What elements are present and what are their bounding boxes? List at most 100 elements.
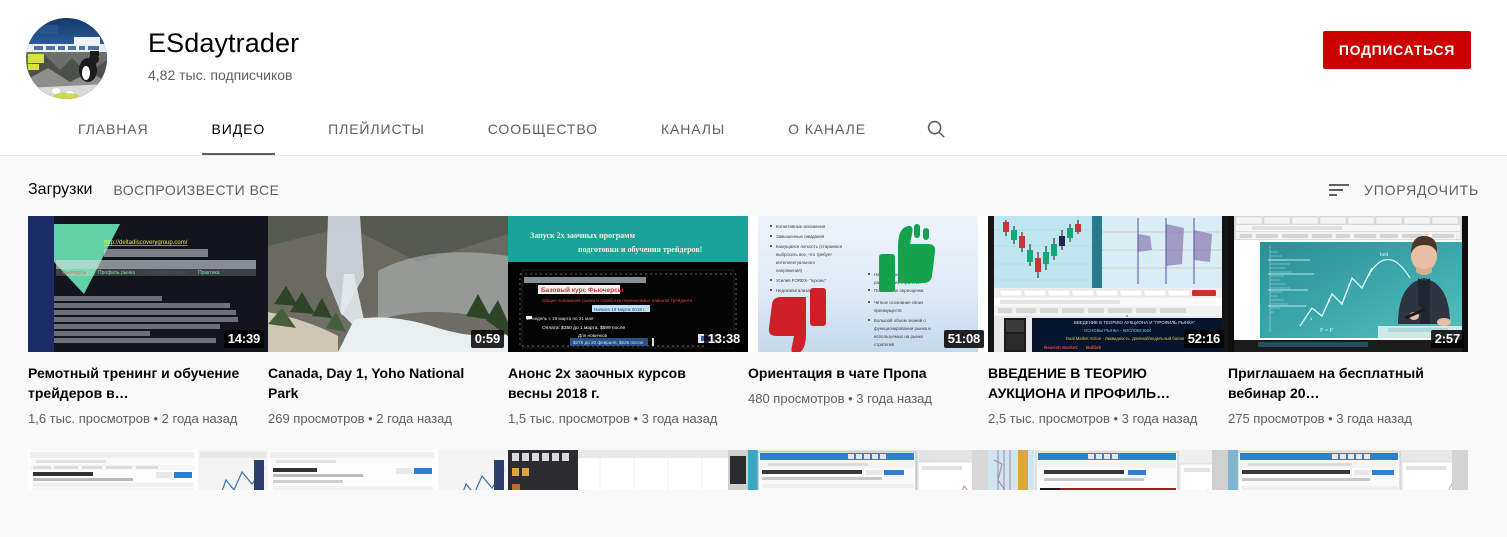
video-thumbnail[interactable]: ВВЕДЕНИЕ В ТЕОРИЮ АУКЦИОНА И "ПРОФИЛЬ РЫ… xyxy=(988,216,1228,352)
tab-label: О КАНАЛЕ xyxy=(788,121,866,137)
video-duration: 0:59 xyxy=(470,330,504,348)
svg-text:Bearish Market:: Bearish Market: xyxy=(1044,345,1079,350)
section-header: Загрузки ВОСПРОИЗВЕСТИ ВСЕ УПОРЯДОЧИТЬ xyxy=(28,156,1479,216)
tab-videos[interactable]: ВИДЕО xyxy=(190,103,288,155)
svg-text:Кажущаяся легкость (стараемся: Кажущаяся легкость (стараемся xyxy=(776,244,843,249)
svg-text:Начало 19 марта 2018 г.: Начало 19 марта 2018 г. xyxy=(594,307,646,312)
video-thumbnail[interactable] xyxy=(268,450,508,490)
sort-icon xyxy=(1329,183,1350,196)
tab-label: СООБЩЕСТВО xyxy=(487,121,598,137)
svg-text:Когнитивные искажения: Когнитивные искажения xyxy=(776,224,826,229)
svg-text:преимуществ: преимуществ xyxy=(874,308,902,313)
video-thumbnail[interactable]: Когнитивные искажения Завышенные ожидани… xyxy=(748,216,988,352)
video-thumbnail[interactable]: Важно: трейдинг xyxy=(748,450,988,490)
video-card[interactable]: ab cd bell F = F 2:57 Приглашаем на бесп… xyxy=(1228,216,1468,428)
chart-browser-mix-icon xyxy=(988,450,1228,490)
svg-text:Общее понимание рынка и отрабо: Общее понимание рынка и отработка перено… xyxy=(542,297,692,303)
svg-text:Dual Market Action - Ликвиднос: Dual Market Action - Ликвидность. Дневно… xyxy=(1066,336,1186,341)
avatar[interactable] xyxy=(26,18,107,99)
video-thumbnail[interactable]: Запуск 2х заочных программ подготовки и … xyxy=(508,216,748,352)
video-thumbnail[interactable] xyxy=(1228,450,1468,490)
channel-header: ESdaytrader 4,82 тыс. подписчиков ПОДПИС… xyxy=(0,0,1507,103)
video-card[interactable] xyxy=(268,450,508,490)
svg-text:11 недель с 19 марта по 31 мая: 11 недель с 19 марта по 31 мая xyxy=(526,316,594,321)
section-title: Загрузки xyxy=(28,180,93,198)
channel-avatar-photo-icon xyxy=(26,18,107,99)
tab-playlists[interactable]: ПЛЕЙЛИСТЫ xyxy=(306,103,447,155)
video-duration: 2:57 xyxy=(1430,330,1464,348)
svg-text:стратегий: стратегий xyxy=(874,342,894,347)
video-thumbnail[interactable]: 0:59 xyxy=(268,216,508,352)
svg-text:F = F: F = F xyxy=(1320,328,1334,334)
subscribe-button[interactable]: ПОДПИСАТЬСЯ xyxy=(1322,31,1471,69)
svg-text:Усилия FOREX- "кухонь": Усилия FOREX- "кухонь" xyxy=(776,278,827,283)
tab-label: ВИДЕО xyxy=(211,121,266,137)
tab-community[interactable]: СООБЩЕСТВО xyxy=(466,103,620,155)
video-grid-row-2: Важно: трейдинг xyxy=(28,450,1479,490)
svg-text:Завышенные ожидания: Завышенные ожидания xyxy=(776,234,825,239)
youtube-channel-page: ESdaytrader 4,82 тыс. подписчиков ПОДПИС… xyxy=(0,0,1507,537)
video-card[interactable]: Когнитивные искажения Завышенные ожидани… xyxy=(748,216,988,428)
video-title[interactable]: Ремотный тренинг и обучение трейдеров в… xyxy=(28,363,243,403)
svg-text:ВВЕДЕНИЕ В ТЕОРИЮ АУКЦИОНА И ": ВВЕДЕНИЕ В ТЕОРИЮ АУКЦИОНА И "ПРОФИЛЬ РЫ… xyxy=(1074,320,1196,325)
page-title: ESdaytrader xyxy=(148,28,300,58)
sort-label: УПОРЯДОЧИТЬ xyxy=(1364,181,1479,198)
tab-channels[interactable]: КАНАЛЫ xyxy=(639,103,747,155)
video-title[interactable]: ВВЕДЕНИЕ В ТЕОРИЮ АУКЦИОНА И ПРОФИЛЬ… xyxy=(988,363,1203,403)
video-thumbnail[interactable] xyxy=(988,450,1228,490)
video-card[interactable]: Запуск 2х заочных программ подготовки и … xyxy=(508,216,748,428)
video-title[interactable]: Анонс 2х заочных курсов весны 2018 г. xyxy=(508,363,723,403)
video-thumbnail[interactable]: ab cd bell F = F 2:57 xyxy=(1228,216,1468,352)
video-thumbnail[interactable] xyxy=(508,450,748,490)
video-thumbnail[interactable] xyxy=(28,450,268,490)
subscriber-count: 4,82 тыс. подписчиков xyxy=(148,67,293,83)
video-card[interactable]: 0:59 Canada, Day 1, Yoho National Park 2… xyxy=(268,216,508,428)
svg-text:напряжения): напряжения) xyxy=(776,268,803,273)
tab-label: КАНАЛЫ xyxy=(660,121,726,137)
video-card[interactable]: ВВЕДЕНИЕ В ТЕОРИЮ АУКЦИОНА И "ПРОФИЛЬ РЫ… xyxy=(988,216,1228,428)
video-meta: 2,5 тыс. просмотров • 3 года назад xyxy=(988,411,1198,426)
video-duration: 13:38 xyxy=(703,330,744,348)
search-button[interactable] xyxy=(907,103,965,155)
svg-text:Четкое осознание своих: Четкое осознание своих xyxy=(874,300,924,305)
svg-text:Запуск 2х заочных программ: Запуск 2х заочных программ xyxy=(530,231,636,240)
video-card[interactable] xyxy=(28,450,268,490)
svg-text:Для новичков: Для новичков xyxy=(578,333,608,338)
video-card[interactable]: http://deltadiscoverygroup.com/ Фьючерсы… xyxy=(28,216,268,428)
video-card[interactable]: Важно: трейдинг xyxy=(748,450,988,490)
tab-about[interactable]: О КАНАЛЕ xyxy=(766,103,888,155)
sort-button[interactable]: УПОРЯДОЧИТЬ xyxy=(1328,182,1479,198)
browser-red-slide-1-icon: Важно: трейдинг xyxy=(748,450,988,490)
svg-text:выбросить все, что требует: выбросить все, что требует xyxy=(776,252,832,257)
svg-text:Большой объем знаний о: Большой объем знаний о xyxy=(874,318,926,323)
video-title[interactable]: Приглашаем на бесплатный вебинар 20… xyxy=(1228,363,1443,403)
svg-text:http://deltadiscoverygroup.com: http://deltadiscoverygroup.com/ xyxy=(104,240,188,246)
video-duration: 52:16 xyxy=(1183,330,1224,348)
video-meta: 1,6 тыс. просмотров • 2 года назад xyxy=(28,411,238,426)
video-meta: 480 просмотров • 3 года назад xyxy=(748,391,932,406)
desktop-windows-1-icon xyxy=(508,450,748,490)
search-icon xyxy=(927,120,945,138)
video-meta: 1,5 тыс. просмотров • 3 года назад xyxy=(508,411,718,426)
video-meta: 269 просмотров • 2 года назад xyxy=(268,411,452,426)
channel-info: ESdaytrader 4,82 тыс. подписчиков xyxy=(148,27,1323,84)
video-thumbnail[interactable]: http://deltadiscoverygroup.com/ Фьючерсы… xyxy=(28,216,268,352)
video-card[interactable] xyxy=(988,450,1228,490)
video-title[interactable]: Canada, Day 1, Yoho National Park xyxy=(268,363,483,403)
svg-text:подготовки и обучения трейдеро: подготовки и обучения трейдеров! xyxy=(578,245,702,254)
video-duration: 51:08 xyxy=(943,330,984,348)
video-grid-row-1: http://deltadiscoverygroup.com/ Фьючерсы… xyxy=(28,216,1479,428)
videos-content: Загрузки ВОСПРОИЗВЕСТИ ВСЕ УПОРЯДОЧИТЬ h… xyxy=(0,156,1507,537)
tab-home[interactable]: ГЛАВНАЯ xyxy=(56,103,171,155)
svg-text:Bullish: Bullish xyxy=(1086,345,1102,350)
svg-text:Оплата: $350 до 1 марта, $599: Оплата: $350 до 1 марта, $599 после xyxy=(542,325,625,331)
video-title[interactable]: Ориентация в чате Пропа xyxy=(748,363,963,383)
tab-label: ГЛАВНАЯ xyxy=(78,121,149,137)
video-card[interactable] xyxy=(508,450,748,490)
play-all-button[interactable]: ВОСПРОИЗВЕСТИ ВСЕ xyxy=(113,182,279,198)
video-card[interactable] xyxy=(1228,450,1468,490)
channel-tabbar: ГЛАВНАЯ ВИДЕО ПЛЕЙЛИСТЫ СООБЩЕСТВО КАНАЛ… xyxy=(0,103,1507,156)
svg-text:интеллектуального: интеллектуального xyxy=(776,260,816,265)
browser-red-slide-2-icon xyxy=(1228,450,1468,490)
browser-doc-chart-2-icon xyxy=(268,450,508,490)
